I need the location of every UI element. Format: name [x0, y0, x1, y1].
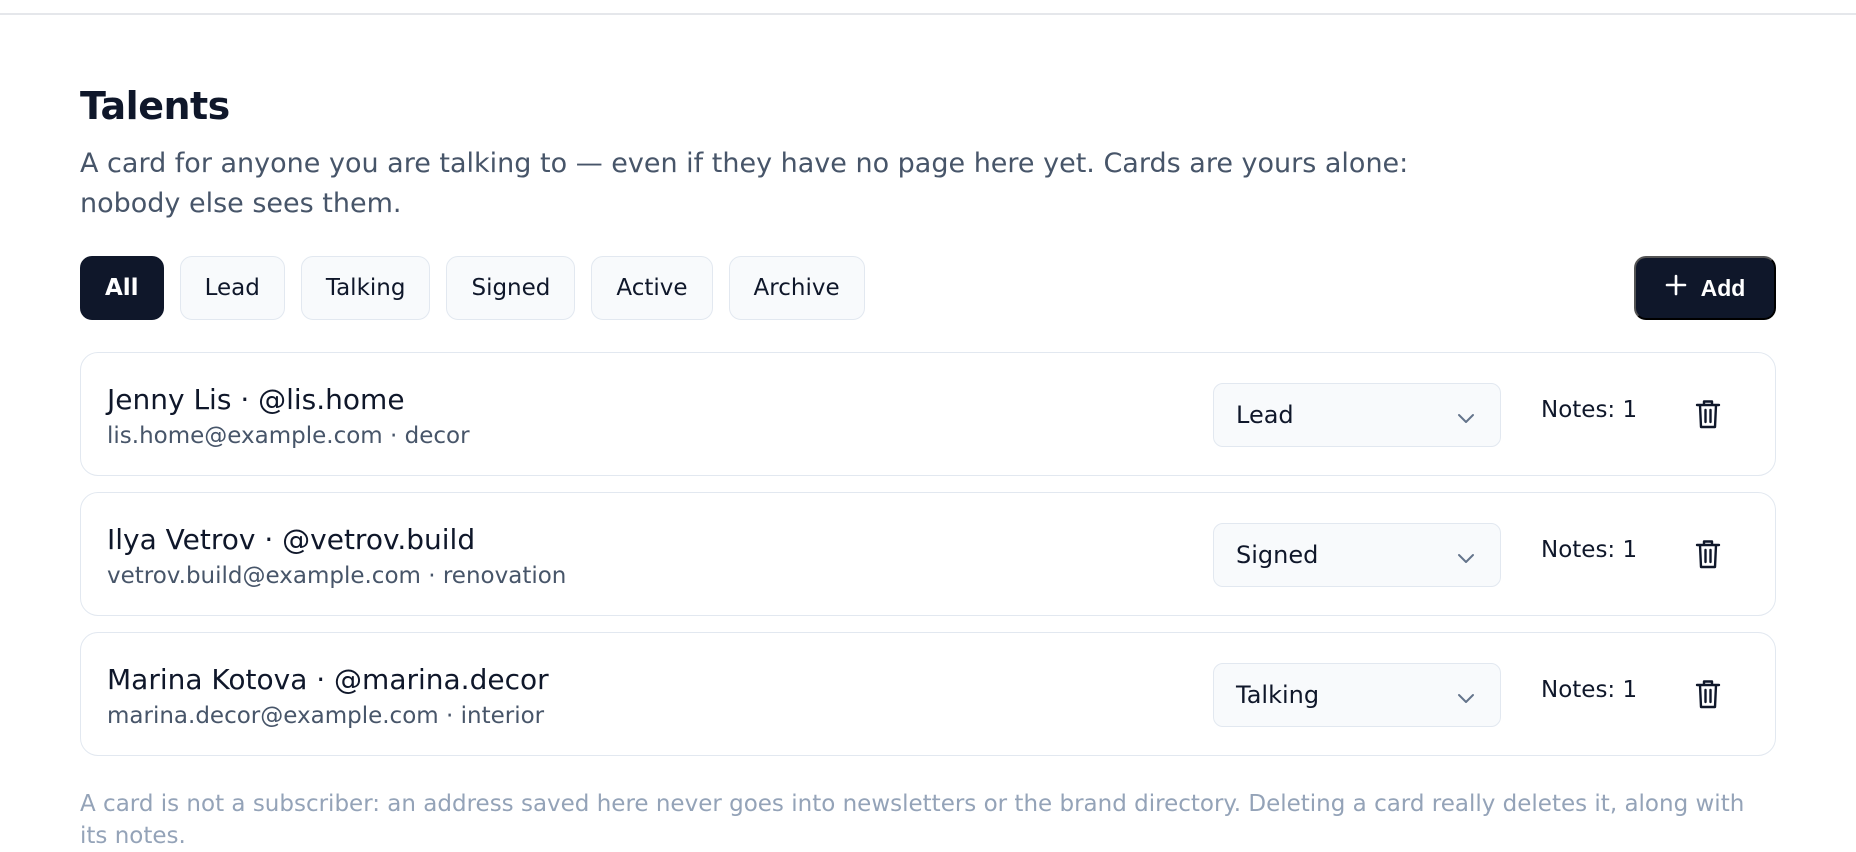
add-button-label: Add [1700, 274, 1746, 301]
add-talent-button[interactable]: Add [1634, 256, 1776, 320]
plus-icon [1665, 274, 1687, 302]
filter-signed[interactable]: Signed [446, 256, 576, 320]
filter-lead[interactable]: Lead [179, 256, 285, 320]
chevron-down-icon [1456, 406, 1476, 434]
talent-meta: vetrov.build@example.com · renovation [107, 563, 567, 589]
status-value: Talking [1236, 681, 1320, 709]
talent-card: Marina Kotova · @marina.decor marina.dec… [80, 632, 1776, 756]
talent-name: Marina Kotova · @marina.decor [107, 663, 549, 696]
talent-card: Ilya Vetrov · @vetrov.build vetrov.build… [80, 492, 1776, 616]
trash-icon[interactable] [1693, 397, 1723, 431]
status-select[interactable]: Lead [1213, 383, 1501, 447]
status-select[interactable]: Talking [1213, 663, 1501, 727]
status-select[interactable]: Signed [1213, 523, 1501, 587]
talent-meta: marina.decor@example.com · interior [107, 703, 545, 729]
talent-meta: lis.home@example.com · decor [107, 423, 470, 449]
talent-list: Jenny Lis · @lis.home lis.home@example.c… [80, 352, 1776, 772]
status-value: Signed [1236, 541, 1319, 569]
page-subtitle: A card for anyone you are talking to — e… [80, 148, 1409, 219]
talent-name: Jenny Lis · @lis.home [107, 383, 405, 416]
talent-name: Ilya Vetrov · @vetrov.build [107, 523, 476, 556]
chevron-down-icon [1456, 546, 1476, 574]
talent-card: Jenny Lis · @lis.home lis.home@example.c… [80, 352, 1776, 476]
notes-count: Notes: 1 [1541, 397, 1638, 423]
filter-active[interactable]: Active [591, 256, 713, 320]
filter-all[interactable]: All [80, 256, 164, 320]
notes-count: Notes: 1 [1541, 677, 1638, 703]
notes-count: Notes: 1 [1541, 537, 1638, 563]
status-value: Lead [1236, 401, 1294, 429]
trash-icon[interactable] [1693, 537, 1723, 571]
filter-bar: All Lead Talking Signed Active Archive [80, 256, 865, 320]
filter-archive[interactable]: Archive [728, 256, 865, 320]
top-divider [0, 0, 1856, 15]
page-title: Talents [80, 84, 230, 128]
filter-talking[interactable]: Talking [300, 256, 431, 320]
footer-note: A card is not a subscriber: an address s… [80, 791, 1745, 849]
trash-icon[interactable] [1693, 677, 1723, 711]
chevron-down-icon [1456, 686, 1476, 714]
